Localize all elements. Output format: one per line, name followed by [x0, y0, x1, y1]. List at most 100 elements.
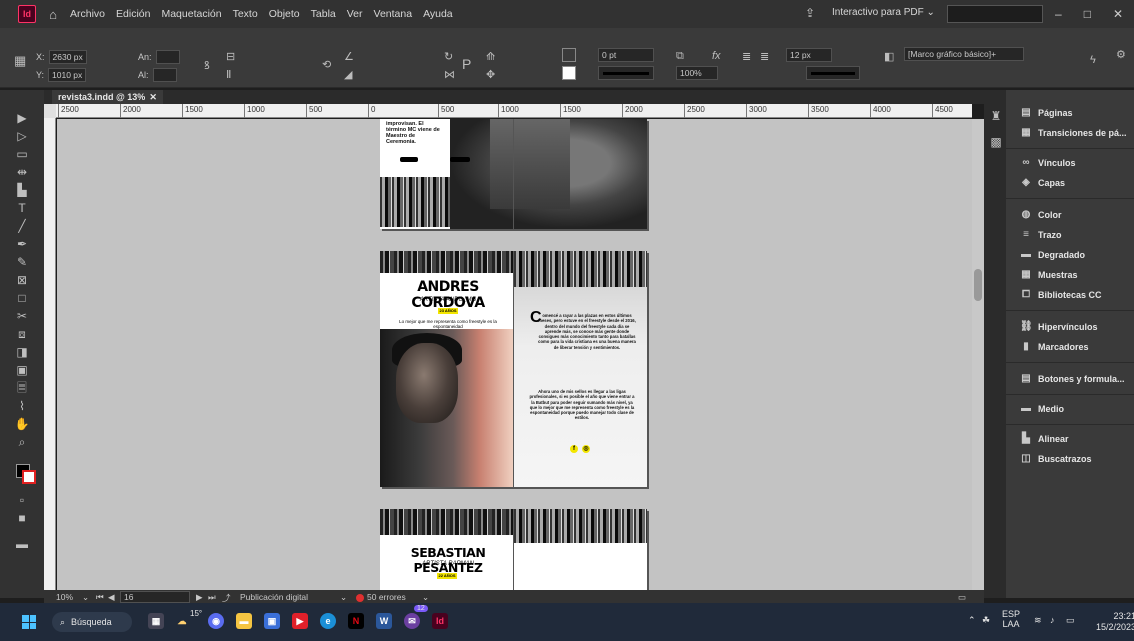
selection-tool-icon[interactable]: ▶ — [14, 110, 30, 126]
weather-widget-icon[interactable]: ☁ — [174, 613, 190, 629]
pasteboard[interactable]: improvisan. El término MC viene de Maest… — [57, 119, 972, 590]
direct-selection-tool-icon[interactable]: ▷ — [14, 128, 30, 144]
x-input[interactable]: 2630 px — [48, 50, 87, 64]
panel-muestras[interactable]: ▦ Muestras — [1020, 270, 1077, 281]
constrain-link-icon[interactable]: ꝸ — [204, 58, 210, 73]
facebook-icon[interactable]: f — [570, 445, 578, 453]
page-number-input[interactable]: 16 — [120, 591, 190, 603]
menu-edicion[interactable]: Edición — [116, 8, 150, 20]
eyedropper-tool-icon[interactable]: ⌇ — [14, 398, 30, 414]
screen-mode-icon[interactable]: ▬ — [14, 536, 30, 552]
close-button[interactable]: ✕ — [1113, 7, 1123, 21]
maximize-button[interactable]: □ — [1084, 7, 1091, 21]
content-collector-icon[interactable]: ▙ — [14, 182, 30, 198]
indesign-logo-icon[interactable]: Id — [18, 5, 36, 23]
vertical-ruler[interactable] — [44, 118, 56, 590]
menu-texto[interactable]: Texto — [233, 8, 258, 20]
scale-y-icon[interactable]: Ⅱ — [226, 68, 231, 81]
panel-bibliotecas[interactable]: ⧠ Bibliotecas CC — [1020, 290, 1102, 301]
gutter-input[interactable]: 12 px — [786, 48, 832, 62]
stroke-color-swatch[interactable] — [562, 66, 576, 80]
volume-icon[interactable]: ♪ — [1050, 615, 1055, 625]
menu-objeto[interactable]: Objeto — [269, 8, 300, 20]
zoom-level[interactable]: 10% — [56, 592, 73, 602]
menu-maquetacion[interactable]: Maquetación — [161, 8, 221, 20]
properties-icon[interactable]: ♜ — [988, 108, 1004, 124]
last-page-icon[interactable]: ⏭ — [208, 592, 216, 603]
panel-medio[interactable]: ▬ Medio — [1020, 404, 1064, 415]
share-icon[interactable]: ⇪ — [805, 6, 819, 20]
tray-apps-icon[interactable]: ☘ — [982, 615, 990, 626]
line-tool-icon[interactable]: ╱ — [14, 218, 30, 234]
indesign-taskbar-icon[interactable]: Id — [432, 613, 448, 629]
align-left-icon[interactable]: ≣ — [742, 50, 751, 63]
input-language[interactable]: ESP LAA — [1002, 609, 1020, 629]
panel-color[interactable]: ◍ Color — [1020, 210, 1062, 221]
hand-tool-icon[interactable]: ✋ — [14, 416, 30, 432]
document-tab[interactable]: revista3.indd @ 13% ✕ — [52, 90, 163, 104]
scale-x-icon[interactable]: ⊟ — [226, 50, 235, 63]
taskbar-search[interactable]: ⌕ Búsqueda — [52, 612, 132, 632]
help-search-input[interactable] — [947, 5, 1043, 23]
panel-degradado[interactable]: ▬ Degradado — [1020, 250, 1085, 261]
formatting-affects-container-icon[interactable]: ▫ — [14, 492, 30, 508]
age-tag[interactable]: 22 AÑOS — [437, 573, 457, 579]
align-center-icon[interactable]: ≣ — [760, 50, 769, 63]
frame-fitting-icon[interactable]: ⧉ — [676, 50, 684, 63]
text-wrap-select[interactable] — [806, 66, 860, 80]
object-style-icon[interactable]: ◧ — [884, 50, 894, 63]
select-content-icon[interactable]: ✥ — [486, 68, 495, 81]
panel-alinear[interactable]: ▙ Alinear — [1020, 434, 1068, 445]
chat-app-icon[interactable]: ◉ — [208, 613, 224, 629]
page-tool-icon[interactable]: ▭ — [14, 146, 30, 162]
artist-alias[interactable]: ARTISTA RAPMAN — [382, 561, 514, 567]
chevron-up-icon[interactable]: ⌃ — [968, 615, 976, 626]
panel-capas[interactable]: ◈ Capas — [1020, 178, 1065, 189]
rotate-icon[interactable]: ⟲ — [322, 58, 331, 71]
spread-sebastian-pesantez[interactable]: SEBASTIAN PESANTEZ ARTISTA RAPMAN 22 AÑO… — [380, 509, 647, 590]
menu-ver[interactable]: Ver — [347, 8, 363, 20]
file-explorer-icon[interactable]: ▬ — [236, 613, 252, 629]
article-body-2[interactable]: Ahora uno de mis sellos es llegar a las … — [528, 389, 636, 421]
system-clock[interactable]: 23:21 15/2/2023 — [1096, 611, 1134, 633]
menu-ayuda[interactable]: Ayuda — [423, 8, 453, 20]
spread-previous[interactable]: improvisan. El término MC viene de Maest… — [380, 119, 647, 229]
age-tag[interactable]: 23 AÑOS — [438, 308, 458, 314]
artist-alias[interactable]: ARTISTA ANDO_MG — [384, 297, 512, 303]
pen-tool-icon[interactable]: ✒ — [14, 236, 30, 252]
collapse-panel-icon[interactable]: ▭ — [958, 592, 966, 603]
article-body-1[interactable]: omencé a rayar a las plazas en estos últ… — [528, 313, 636, 350]
panel-botones[interactable]: ▤ Botones y formula... — [1020, 374, 1124, 385]
control-panel-settings-icon[interactable]: ⚙ — [1116, 48, 1126, 61]
battery-icon[interactable]: ▭ — [1066, 615, 1075, 626]
chevron-down-icon[interactable]: ⌄ — [82, 592, 89, 603]
fill-color-swatch[interactable] — [562, 48, 576, 62]
scissors-tool-icon[interactable]: ✂ — [14, 308, 30, 324]
rectangle-tool-icon[interactable]: □ — [14, 290, 30, 306]
gradient-feather-tool-icon[interactable]: ▣ — [14, 362, 30, 378]
effects-fx-icon[interactable]: fx — [712, 50, 721, 62]
menu-ventana[interactable]: Ventana — [374, 8, 413, 20]
windows-start-icon[interactable] — [22, 615, 36, 629]
home-icon[interactable]: ⌂ — [46, 7, 60, 22]
rectangle-frame-tool-icon[interactable]: ⊠ — [14, 272, 30, 288]
comments-icon[interactable]: ▩ — [988, 134, 1004, 150]
first-page-icon[interactable]: ⏮ — [96, 592, 104, 603]
panel-hipervinculos[interactable]: ⛓ Hipervínculos — [1020, 322, 1098, 333]
note-tool-icon[interactable]: 🗏 — [14, 380, 30, 396]
type-on-path-icon[interactable]: P — [462, 56, 471, 72]
height-input[interactable] — [152, 68, 177, 82]
article-text[interactable]: improvisan. El término MC viene de Maest… — [386, 121, 442, 145]
width-input[interactable] — [155, 50, 180, 64]
chevron-down-icon[interactable]: ⌄ — [340, 592, 347, 603]
stroke-type-select[interactable] — [598, 66, 654, 80]
next-page-icon[interactable]: ▶ — [196, 592, 203, 603]
panel-marcadores[interactable]: ▮ Marcadores — [1020, 342, 1088, 353]
vertical-scrollbar[interactable] — [972, 119, 984, 590]
menu-archivo[interactable]: Archivo — [70, 8, 105, 20]
object-style-select[interactable]: [Marco gráfico básico]+ — [904, 47, 1024, 61]
ruler-origin[interactable] — [44, 104, 56, 118]
panel-vinculos[interactable]: ∞ Vínculos — [1020, 158, 1075, 169]
zoom-tool-icon[interactable]: ⌕ — [14, 434, 30, 450]
shear-angle-icon[interactable]: ◢ — [344, 68, 352, 81]
